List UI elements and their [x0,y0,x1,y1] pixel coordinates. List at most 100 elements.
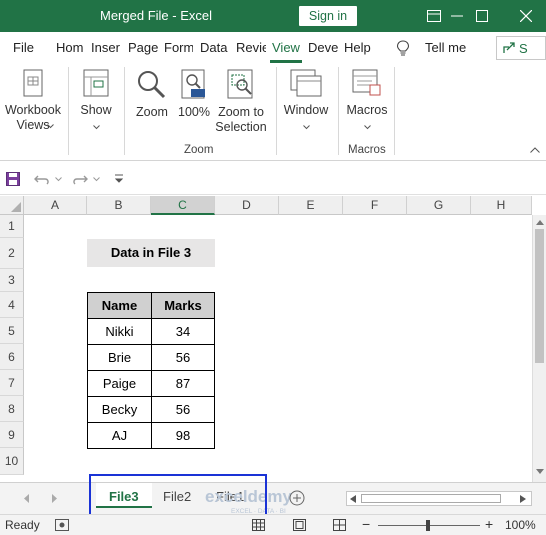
macros-button[interactable]: Macros [344,67,390,139]
previous-sheet-icon[interactable] [24,494,30,503]
zoom-to-selection-button[interactable]: Zoom to Selection [214,67,268,139]
page-layout-view-icon[interactable] [293,519,306,531]
maximize-button[interactable] [472,6,492,26]
ribbon-separator [68,67,69,155]
workbook-views-label: Workbook Views [4,103,62,132]
sheet-tabs-highlight [89,474,267,516]
macro-recording-icon[interactable] [55,519,69,531]
next-sheet-icon[interactable] [52,494,58,503]
zoom-100-icon [181,69,205,99]
tab-home[interactable]: Hom [56,40,84,55]
tab-formulas[interactable]: Form [164,40,193,55]
close-button[interactable] [516,6,536,26]
column-header-h[interactable]: H [471,196,532,215]
chevron-down-icon [47,124,54,129]
vertical-scroll-thumb[interactable] [535,229,544,363]
normal-view-icon[interactable] [252,519,265,531]
zoom-button[interactable]: Zoom [132,67,172,127]
horizontal-scroll-thumb[interactable] [361,494,501,503]
customize-toolbar-icon[interactable] [115,174,123,183]
window-title: Merged File - Excel [100,8,212,23]
row-header-1[interactable]: 1 [0,215,24,238]
new-sheet-icon[interactable] [289,490,305,506]
chevron-down-icon [93,125,100,130]
table-cell-name[interactable]: Nikki [87,318,152,345]
sheet-tab-bar: File3 File2 File1 exceldemy EXCEL · DATA… [0,482,546,515]
horizontal-scrollbar[interactable] [346,491,532,506]
column-header-e[interactable]: E [279,196,343,215]
column-header-d[interactable]: D [215,196,279,215]
zoom-out-button[interactable]: − [362,516,370,532]
redo-icon[interactable] [72,172,88,186]
table-cell-marks[interactable]: 34 [151,318,215,345]
table-header-name[interactable]: Name [87,292,152,319]
zoom-level[interactable]: 100% [505,518,536,532]
row-header-10[interactable]: 10 [0,448,24,475]
scroll-right-icon[interactable] [520,495,526,503]
column-header-a[interactable]: A [24,196,87,215]
ribbon-separator [394,67,395,155]
tab-insert[interactable]: Inser [91,40,121,55]
zoom-100-button[interactable]: 100% [176,67,212,127]
share-button[interactable]: S [496,36,546,60]
save-icon[interactable] [6,172,20,186]
chevron-down-icon[interactable] [93,177,100,182]
minimize-button[interactable] [447,6,467,26]
undo-icon[interactable] [34,172,50,186]
row-header-3[interactable]: 3 [0,269,24,292]
page-break-preview-icon[interactable] [333,519,346,531]
collapse-ribbon-icon[interactable] [530,147,540,153]
zoom-100-label: 100% [178,105,210,119]
tell-me-search[interactable]: Tell me [425,40,466,55]
ready-status: Ready [5,518,40,532]
scroll-up-icon[interactable] [536,219,544,225]
tab-page-layout[interactable]: Page [128,40,158,55]
column-header-f[interactable]: F [343,196,407,215]
row-header-7[interactable]: 7 [0,370,24,396]
ribbon-tab-bar: File Hom Inser Page Form Data Revie View… [0,32,546,63]
column-header-b[interactable]: B [87,196,151,215]
row-header-6[interactable]: 6 [0,344,24,370]
table-cell-name[interactable]: Brie [87,344,152,371]
row-header-5[interactable]: 5 [0,318,24,344]
tab-help[interactable]: Help [344,40,374,55]
row-header-9[interactable]: 9 [0,422,24,448]
tab-developer[interactable]: Deve [308,40,338,55]
scroll-down-icon[interactable] [536,469,544,475]
select-all-corner[interactable] [0,196,24,215]
tab-review[interactable]: Revie [236,40,266,55]
ribbon-display-options-button[interactable] [424,6,444,26]
table-header-marks[interactable]: Marks [151,292,215,319]
table-cell-marks[interactable]: 56 [151,344,215,371]
tab-data[interactable]: Data [200,40,230,55]
table-cell-marks[interactable]: 98 [151,422,215,449]
table-cell-name[interactable]: Becky [87,396,152,423]
vertical-scrollbar[interactable] [532,215,546,482]
table-cell-name[interactable]: Paige [87,370,152,397]
window-button[interactable]: Window [282,67,330,139]
table-cell-marks[interactable]: 56 [151,396,215,423]
table-cell-marks[interactable]: 87 [151,370,215,397]
minimize-icon [451,15,463,17]
sign-in-button[interactable]: Sign in [299,6,357,26]
row-header-4[interactable]: 4 [0,292,24,318]
zoom-slider-handle[interactable] [426,520,430,531]
row-header-2[interactable]: 2 [0,238,24,269]
column-header-g[interactable]: G [407,196,471,215]
column-header-c[interactable]: C [151,196,215,215]
worksheet-grid[interactable]: A B C D E F G H 1 2 3 4 5 6 7 8 9 10 Dat… [0,196,546,482]
table-cell-name[interactable]: AJ [87,422,152,449]
select-all-icon [11,202,21,212]
row-header-8[interactable]: 8 [0,396,24,422]
show-button[interactable]: Show [76,67,116,139]
zoom-in-button[interactable]: + [485,516,493,532]
scroll-left-icon[interactable] [350,495,356,503]
workbook-views-button[interactable]: Workbook Views [3,67,63,139]
chevron-down-icon[interactable] [55,177,62,182]
tab-file[interactable]: File [13,40,37,55]
tab-view[interactable]: View [272,40,304,55]
sheet-heading[interactable]: Data in File 3 [87,239,215,267]
close-icon [520,10,532,22]
macros-label: Macros [346,103,388,117]
zoom-to-selection-icon [227,69,253,99]
